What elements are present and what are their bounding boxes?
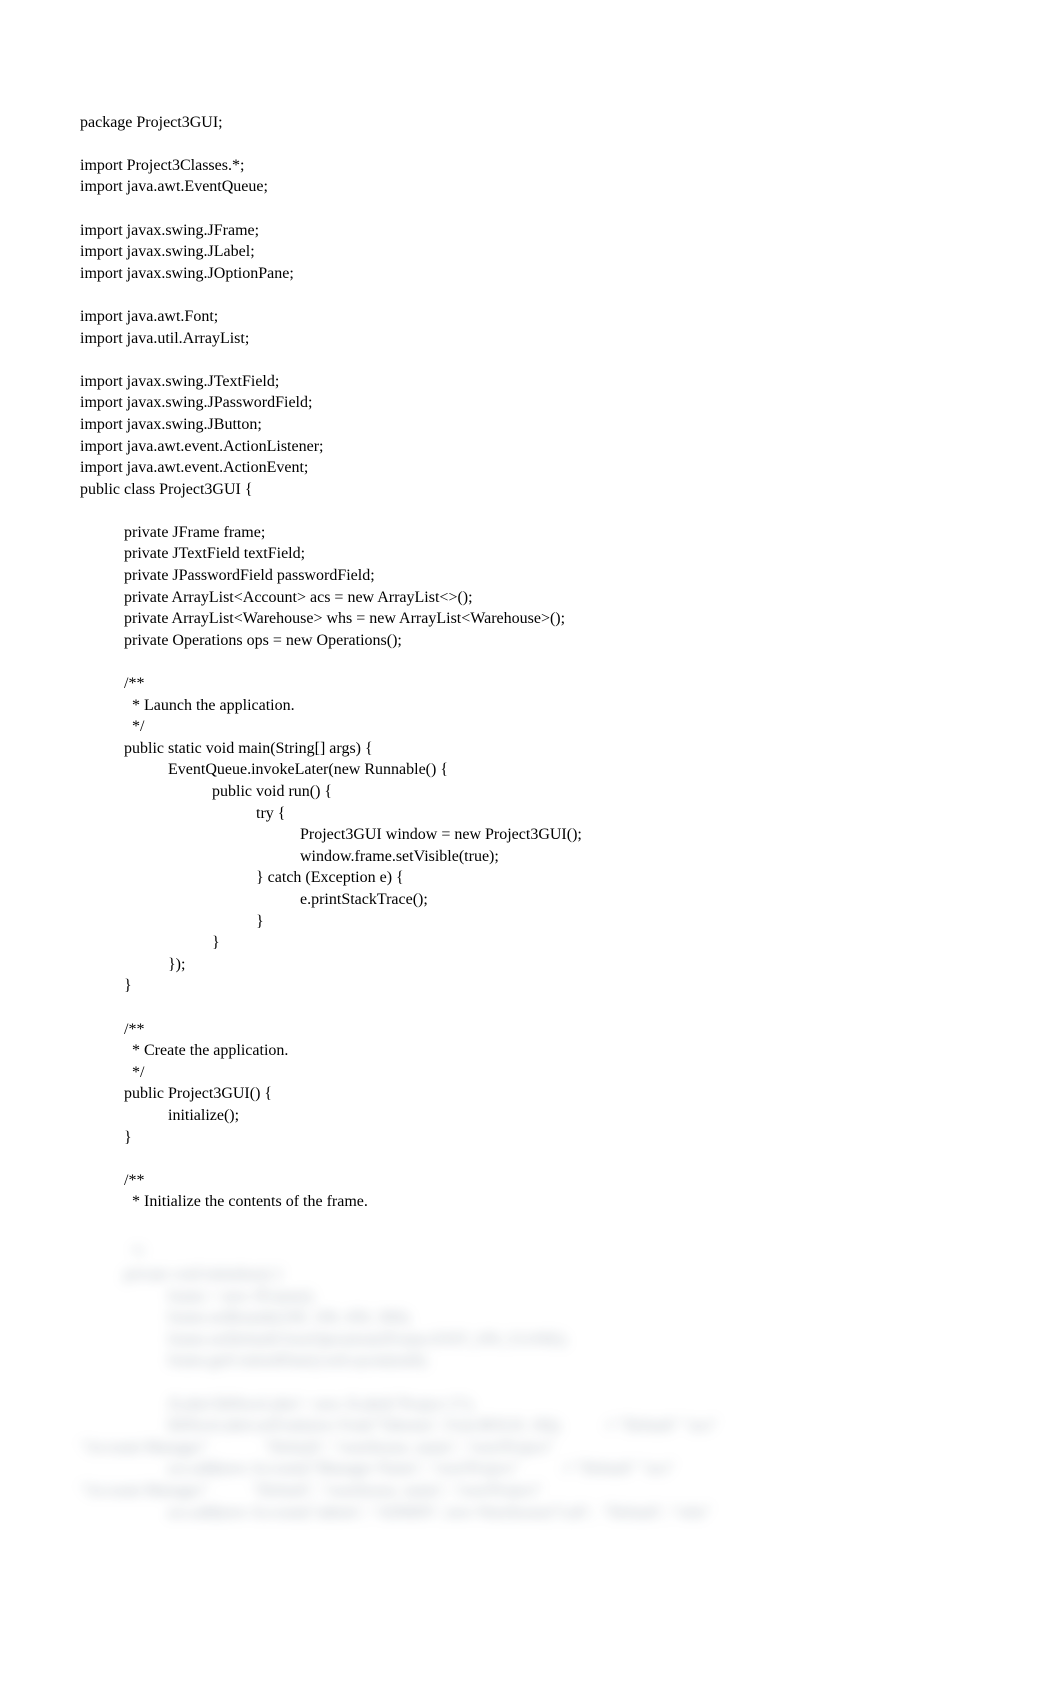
code-document: package Project3GUI; import Project3Clas…: [0, 0, 1062, 1585]
code-listing: package Project3GUI; import Project3Clas…: [80, 112, 982, 1213]
blurred-code-region: */ private void initialize() { frame = n…: [80, 1242, 982, 1523]
